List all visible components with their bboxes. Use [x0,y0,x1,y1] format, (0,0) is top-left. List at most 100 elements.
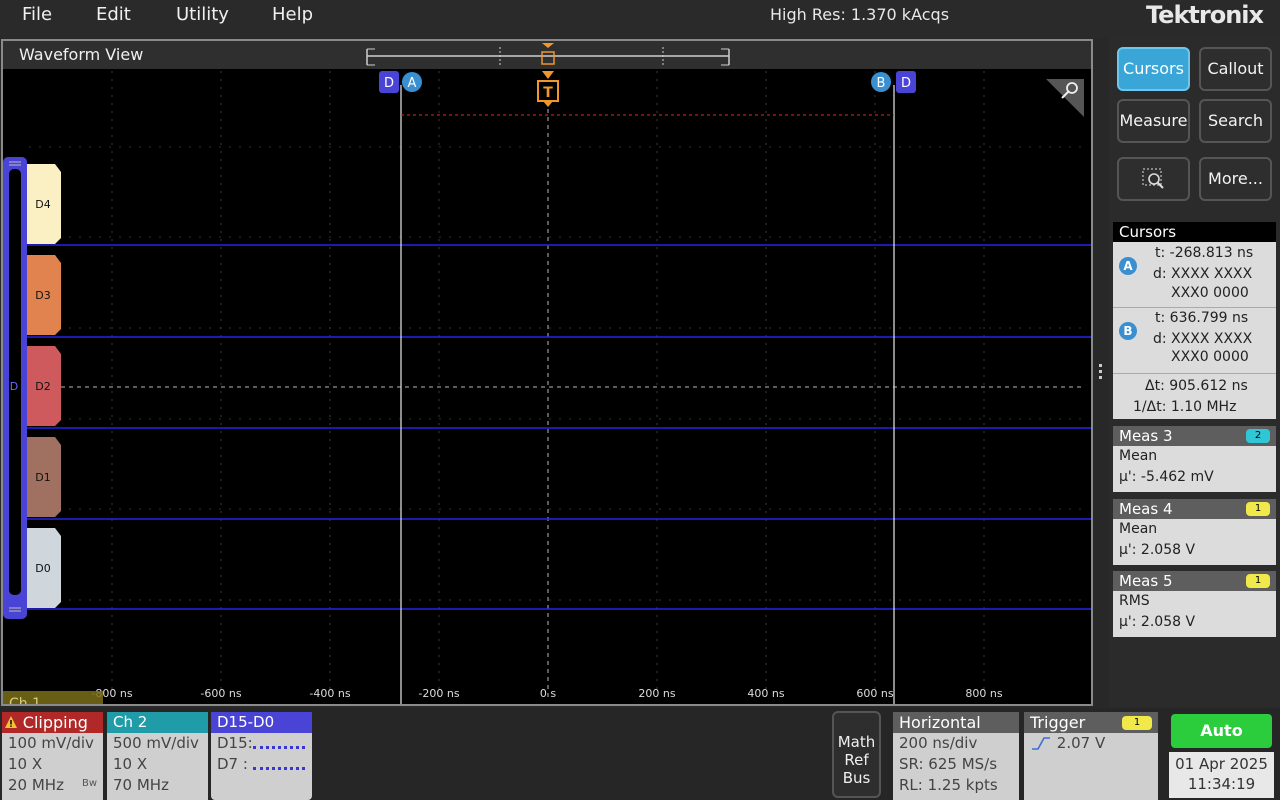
trigger-level-row: 2.07 V [1024,733,1158,754]
meas-3-header: Meas 3 2 [1113,426,1276,446]
time: 11:34:19 [1187,775,1256,793]
date: 01 Apr 2025 [1175,755,1268,773]
meas-3-source-badge: 2 [1246,429,1270,443]
digital-row-1-label: D15: [217,734,253,752]
x-tick-label: -200 ns [418,687,459,700]
ch2-probe: 10 X [113,755,148,773]
digital-group-bar[interactable]: D [3,157,27,619]
cursor-a-source-label: D [384,76,394,91]
record-overview[interactable] [366,43,730,67]
meas-5-badge-card[interactable]: Meas 5 1 RMS μ': 2.058 V [1113,571,1276,637]
menu-edit[interactable]: Edit [96,4,131,25]
cursor-b-label: B [877,76,886,91]
meas-5-title: Meas 5 [1119,572,1173,590]
x-tick-label: -600 ns [200,687,241,700]
overview-trigger-marker [541,51,555,65]
menu-utility[interactable]: Utility [176,4,229,25]
ch2-bandwidth: 70 MHz [113,776,169,794]
digital-row-2-label: D7 : [217,755,248,773]
channel-labels[interactable]: D4 D3 D2 D1 D0 [27,164,61,608]
panel-resize-handle[interactable] [1098,363,1104,381]
meas-3-title: Meas 3 [1119,427,1173,445]
sample-rate: SR: 625 MS/s [899,755,998,773]
ch2-badge[interactable]: Ch 2 500 mV/div 10 X 70 MHz [107,712,208,800]
menu-file[interactable]: File [22,4,52,25]
channel-label-text: D4 [35,198,50,211]
zoom-search-button[interactable] [1117,157,1190,201]
channel-label-d1[interactable]: D1 [27,437,61,517]
cursor-b-time: t: 636.799 ns [1155,310,1249,326]
channel-label-d0[interactable]: D0 [27,528,61,608]
zoom-search-icon [1142,168,1164,189]
bandwidth-limit-icon: Bw [81,778,97,789]
trigger-source-badge: 1 [1122,716,1152,730]
channel-label-text: D0 [35,562,50,575]
search-button[interactable]: Search [1199,99,1272,143]
measure-button[interactable]: Measure [1117,99,1190,143]
waveform-plot[interactable]: D A B D T D D4D3D2D1D0 -800 ns -600 ns -… [3,41,1091,704]
channel-label-d3[interactable]: D3 [27,255,61,335]
warning-icon [4,714,18,728]
cursor-a-data-1: d: XXXX XXXX [1153,266,1253,282]
meas-5-value: μ': 2.058 V [1119,614,1196,630]
cursor-delta-t: Δt: 905.612 ns [1145,378,1248,394]
cursor-a-data-2: XXX0 0000 [1171,285,1249,301]
horizontal-header: Horizontal [893,712,1019,733]
x-tick-label: 0 s [540,687,556,700]
meas-4-source-badge: 1 [1246,502,1270,516]
horizontal-badge[interactable]: Horizontal 200 ns/div SR: 625 MS/s RL: 1… [893,712,1019,800]
x-axis-ticks: -800 ns -600 ns -400 ns -200 ns 0 s 200 ns 400… [91,687,1002,700]
cursor-a-readout: A t: -268.813 ns d: XXXX XXXX XXX0 0000 [1113,242,1276,308]
trigger-title: Trigger [1030,713,1086,732]
digital-header: D15-D0 [211,712,312,733]
cursor-b-source-label: D [901,76,911,91]
cursors-readout-title: Cursors [1113,222,1276,242]
digital-row-2-bits [253,767,305,770]
meas-4-badge-card[interactable]: Meas 4 1 Mean μ': 2.058 V [1113,499,1276,565]
rising-edge-icon [1030,735,1052,750]
trigger-badge[interactable]: Trigger 1 2.07 V [1024,712,1158,800]
cursor-a-time: t: -268.813 ns [1155,245,1254,261]
meas-5-header: Meas 5 1 [1113,571,1276,591]
digital-row-1: D15: [211,733,312,754]
cursors-readout[interactable]: Cursors A t: -268.813 ns d: XXXX XXXX XX… [1113,222,1276,419]
run-mode-button[interactable]: Auto [1171,714,1272,748]
x-tick-label: 200 ns [638,687,675,700]
ch1-badge[interactable]: Clipping 100 mV/div 10 X 20 MHz Bw [2,712,103,800]
meas-4-value: μ': 2.058 V [1119,542,1196,558]
cursor-a-icon: A [1119,257,1137,275]
x-tick-label: 400 ns [747,687,784,700]
meas-3-badge-card[interactable]: Meas 3 2 Mean μ': -5.462 mV [1113,426,1276,492]
meas-5-type: RMS [1119,593,1150,609]
meas-4-type: Mean [1119,521,1158,537]
horizontal-scale: 200 ns/div [899,734,978,752]
trigger-level: 2.07 V [1056,734,1106,752]
more-button[interactable]: More... [1199,157,1272,201]
date-time-badge[interactable]: 01 Apr 2025 11:34:19 [1169,752,1274,798]
trigger-marker-label: T [543,85,553,101]
menu-help[interactable]: Help [272,4,313,25]
waveform-view[interactable]: Waveform View D A B D T D D4 D3 D2 D1 D0… [1,39,1093,706]
channel-label-d2[interactable]: D2 [27,346,61,426]
acquisition-status[interactable]: High Res: 1.370 kAcqs [770,5,949,24]
channel-label-text: D3 [35,289,50,302]
ch1-vertical-scale: 100 mV/div [8,734,94,752]
ch1-probe: 10 X [8,755,43,773]
ch2-header: Ch 2 [107,712,208,733]
add-math-ref-bus-button[interactable]: Math Ref Bus [832,711,881,798]
channel-label-d4[interactable]: D4 [27,164,61,244]
x-tick-label: 600 ns [856,687,893,700]
cursors-button[interactable]: Cursors [1117,47,1190,91]
channel-label-text: D2 [35,380,50,393]
ch1-tag[interactable]: Ch 1 [3,691,103,704]
cursor-b-readout: B t: 636.799 ns d: XXXX XXXX XXX0 0000 [1113,308,1276,374]
add-ref-label: Ref [844,751,869,769]
add-math-label: Math [837,733,876,751]
cursor-a-label: A [408,76,417,91]
ch1-bandwidth: 20 MHz [8,776,64,794]
ch1-header: Clipping [2,712,103,733]
callout-button[interactable]: Callout [1199,47,1272,91]
meas-4-header: Meas 4 1 [1113,499,1276,519]
ch1-clipping-label: Clipping [22,713,88,732]
digital-badge[interactable]: D15-D0 D15: D7 : [211,712,312,800]
